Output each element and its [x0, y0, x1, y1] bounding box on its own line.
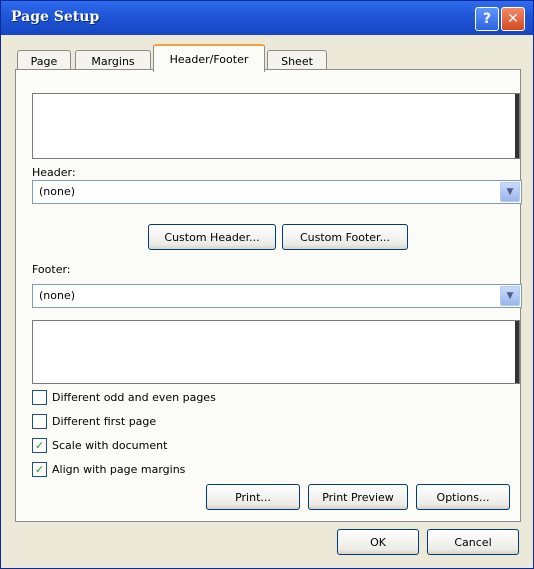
header-dropdown[interactable]: (none) ▼ [32, 180, 522, 204]
tab-page[interactable]: Page [17, 50, 71, 71]
footer-dropdown[interactable]: (none) ▼ [32, 284, 522, 308]
align-page-margins-checkbox[interactable]: ✓ Align with page margins [32, 462, 185, 477]
tab-label: Page [30, 54, 58, 68]
scale-with-document-checkbox[interactable]: ✓ Scale with document [32, 438, 167, 453]
header-label: Header: [32, 166, 76, 179]
button-label: Custom Footer... [299, 230, 391, 244]
tab-margins[interactable]: Margins [75, 50, 151, 71]
cancel-button[interactable]: Cancel [427, 529, 519, 555]
title-bar[interactable]: Page Setup ? ✕ [1, 1, 533, 35]
chevron-down-icon[interactable]: ▼ [500, 182, 520, 202]
different-odd-even-checkbox[interactable]: Different odd and even pages [32, 390, 216, 405]
different-first-page-checkbox[interactable]: Different first page [32, 414, 156, 429]
button-label: Cancel [454, 535, 492, 549]
checkbox-box[interactable] [32, 390, 47, 405]
close-icon: ✕ [507, 11, 519, 27]
checkmark-icon: ✓ [34, 439, 45, 452]
checkbox-label: Different odd and even pages [52, 391, 216, 404]
checkbox-label: Scale with document [52, 439, 168, 452]
button-label: Print Preview [322, 490, 394, 504]
print-preview-button[interactable]: Print Preview [308, 484, 408, 510]
checkbox-label: Align with page margins [52, 463, 186, 476]
tab-sheet[interactable]: Sheet [267, 50, 327, 71]
button-label: Custom Header... [164, 230, 260, 244]
tab-label: Sheet [281, 54, 313, 68]
custom-header-button[interactable]: Custom Header... [148, 224, 276, 250]
help-button[interactable]: ? [475, 7, 499, 31]
custom-footer-button[interactable]: Custom Footer... [282, 224, 408, 250]
button-label: OK [370, 535, 386, 549]
tab-header-footer[interactable]: Header/Footer [153, 44, 265, 72]
page-setup-dialog: Page Setup ? ✕ Page Margins Header/Foote… [0, 0, 534, 569]
checkbox-box[interactable]: ✓ [32, 462, 47, 477]
header-preview [32, 93, 520, 159]
footer-value: (none) [39, 289, 76, 302]
print-button[interactable]: Print... [206, 484, 300, 510]
header-value: (none) [39, 185, 76, 198]
checkmark-icon: ✓ [34, 463, 45, 476]
tab-label: Margins [91, 54, 135, 68]
tab-panel: Header: (none) ▼ Custom Header... Custom… [15, 69, 522, 522]
checkbox-box[interactable]: ✓ [32, 438, 47, 453]
button-label: Print... [235, 490, 271, 504]
button-label: Options... [436, 490, 490, 504]
checkbox-label: Different first page [52, 415, 157, 428]
options-button[interactable]: Options... [416, 484, 510, 510]
help-icon: ? [482, 11, 492, 27]
close-button[interactable]: ✕ [501, 7, 525, 31]
footer-preview [32, 320, 520, 384]
dialog-title: Page Setup [11, 9, 100, 25]
chevron-down-icon[interactable]: ▼ [500, 286, 520, 306]
ok-button[interactable]: OK [337, 529, 419, 555]
tab-label: Header/Footer [169, 52, 249, 66]
footer-label: Footer: [32, 263, 71, 276]
checkbox-box[interactable] [32, 414, 47, 429]
